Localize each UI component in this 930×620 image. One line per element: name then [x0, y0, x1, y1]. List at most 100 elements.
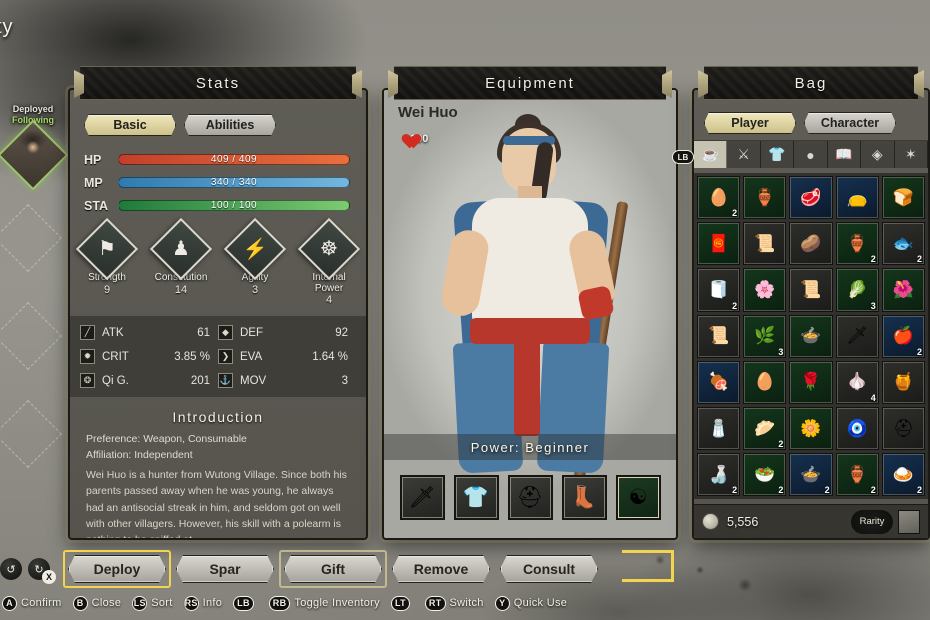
consumables-category-icon[interactable]: ☕	[694, 141, 728, 168]
bag-item-cell[interactable]: 📜	[789, 268, 833, 312]
weapon-slot[interactable]: 🗡	[399, 475, 445, 520]
weapons-category-icon[interactable]: ⚔	[727, 141, 761, 168]
hint-label: Close	[91, 597, 122, 609]
bag-item-cell[interactable]: 🧿	[835, 407, 879, 451]
bag-item-cell[interactable]: 📜	[743, 222, 787, 266]
tab-basic[interactable]: Basic	[84, 114, 176, 136]
bag-item-icon: 👝	[846, 187, 868, 207]
button-glyph-rs: RS	[183, 595, 199, 611]
rarity-swatch[interactable]	[898, 509, 920, 534]
bag-item-cell[interactable]: 🥚	[743, 360, 787, 405]
shield-icon: ◆	[218, 325, 233, 340]
atk-label: ATK	[102, 326, 124, 339]
bag-item-cell[interactable]: 🗡	[835, 314, 879, 358]
bag-item-cell[interactable]: 🍖	[697, 360, 741, 404]
bag-item-icon: 🏺	[846, 233, 868, 253]
bag-item-cell[interactable]: 🌸	[743, 268, 787, 312]
bag-item-cell[interactable]: 🐟 2	[881, 222, 925, 266]
bag-item-cell[interactable]: 🏺	[743, 176, 787, 220]
bag-item-cell[interactable]: 🥬 3	[835, 268, 879, 312]
portrait-frame	[0, 119, 69, 191]
hint-rs: RS Info	[183, 595, 223, 611]
bag-item-cell[interactable]: 🌿 3	[743, 314, 787, 358]
torso-art	[472, 198, 588, 326]
spar-button-wrap: Spar	[176, 555, 284, 583]
accessory-slot[interactable]: ☯	[615, 475, 661, 520]
attribute-strength[interactable]: ⚑ Strength 9	[75, 217, 139, 306]
bag-category-bar: ☕ ⚔ 👕 ● 📖 ◈ ✶	[694, 140, 928, 168]
bag-item-cell[interactable]: 🧄 4	[835, 360, 879, 405]
tab-abilities[interactable]: Abilities	[184, 114, 276, 136]
hint-label: Confirm	[21, 597, 62, 609]
bag-item-cell[interactable]: 🍶 2	[697, 453, 741, 497]
item-quantity-badge: 2	[732, 208, 738, 219]
bag-item-cell[interactable]: 🍲	[789, 314, 833, 358]
books-category-icon[interactable]: 📖	[827, 141, 862, 168]
armor-category-icon[interactable]: 👕	[760, 141, 795, 168]
agility-value: 3	[251, 283, 259, 296]
substat-mov: ⚓ MOV 3	[218, 373, 356, 388]
introduction-title: Introduction	[172, 409, 264, 425]
attribute-constitution[interactable]: ♟ Constitution 14	[149, 217, 213, 306]
bag-item-cell[interactable]: 🍯	[881, 360, 925, 405]
bag-item-cell[interactable]: 🏺 2	[835, 222, 879, 266]
armor-slot[interactable]: 👕	[453, 475, 499, 520]
bag-item-cell[interactable]: 🥔	[789, 222, 833, 266]
bag-item-icon: 🍖	[708, 372, 730, 392]
bag-item-cell[interactable]: 🥗 2	[743, 453, 787, 497]
bag-item-cell[interactable]: 🧻 2	[697, 268, 741, 312]
misc-category-icon[interactable]: ✶	[894, 141, 928, 168]
bag-item-cell[interactable]: ⛑	[881, 407, 925, 451]
gift-button[interactable]: Gift	[284, 555, 382, 583]
consult-button[interactable]: Consult	[500, 555, 598, 583]
accessory-category-icon[interactable]: ●	[794, 141, 828, 168]
bag-item-cell[interactable]: 🥩	[789, 176, 833, 220]
bag-item-icon: 🧿	[846, 418, 868, 438]
mp-bar-row: MP 340 / 340	[84, 175, 350, 190]
bag-item-cell[interactable]: 🍎 2	[881, 314, 925, 358]
agility-icon: ⚡	[223, 217, 287, 281]
bag-item-cell[interactable]: 🍲 2	[789, 453, 833, 497]
bag-item-cell[interactable]: 📜	[697, 314, 741, 358]
tab-player[interactable]: Player	[704, 112, 796, 134]
bag-item-cell[interactable]: 🌺	[881, 268, 925, 312]
bag-item-cell[interactable]: 🥟 2	[743, 407, 787, 451]
bag-item-cell[interactable]: 🌹	[789, 360, 833, 405]
bag-item-cell[interactable]: 🌼	[789, 407, 833, 451]
item-quantity-badge: 2	[732, 485, 738, 496]
bag-item-icon: 🧂	[708, 418, 730, 438]
spar-button[interactable]: Spar	[176, 555, 274, 583]
remove-button[interactable]: Remove	[392, 555, 490, 583]
bag-item-cell[interactable]: 🍞	[881, 176, 925, 220]
heart-icon	[398, 128, 416, 145]
constitution-glyph: ♟	[172, 238, 190, 260]
party-member-portrait[interactable]: Deployed Following	[0, 104, 69, 194]
bag-item-cell[interactable]: 🏺 2	[835, 453, 879, 497]
bag-item-cell[interactable]: 🧧	[697, 222, 741, 266]
bag-item-cell[interactable]: 👝	[835, 176, 879, 220]
item-quantity-badge: 2	[870, 485, 876, 496]
mov-glyph: ⚓	[219, 375, 232, 385]
hint-label: Sort	[151, 597, 173, 609]
hint-rb: RB Toggle Inventory	[268, 595, 380, 611]
materials-category-icon[interactable]: ◈	[861, 141, 895, 168]
bag-item-cell[interactable]: 🧂	[697, 407, 741, 451]
sta-value: 100 / 100	[210, 200, 258, 211]
bag-item-icon: 🥔	[800, 233, 822, 253]
helmet-slot[interactable]: ⛑	[507, 475, 553, 520]
party-screen-title: ty	[0, 16, 14, 38]
tab-character[interactable]: Character	[804, 112, 896, 134]
button-glyph-rt: RT	[424, 595, 446, 611]
internal-power-icon: ☸	[297, 217, 361, 281]
boots-slot[interactable]: 👢	[561, 475, 607, 520]
attribute-agility[interactable]: ⚡ Agility 3	[223, 217, 287, 306]
attributes-row: ⚑ Strength 9 ♟ Constitution 14 ⚡ Agility…	[70, 217, 366, 306]
qig-label: Qi G.	[102, 374, 129, 387]
rarity-filter-button[interactable]: Rarity	[851, 509, 893, 534]
bag-item-cell[interactable]: 🥚 2	[697, 176, 741, 220]
constitution-icon: ♟	[149, 217, 213, 281]
mp-label: MP	[84, 175, 103, 190]
attribute-internal-power[interactable]: ☸ Internal Power 4	[297, 217, 361, 306]
deploy-button[interactable]: Deploy	[68, 555, 166, 583]
bag-item-cell[interactable]: 🍛 2	[881, 453, 925, 497]
